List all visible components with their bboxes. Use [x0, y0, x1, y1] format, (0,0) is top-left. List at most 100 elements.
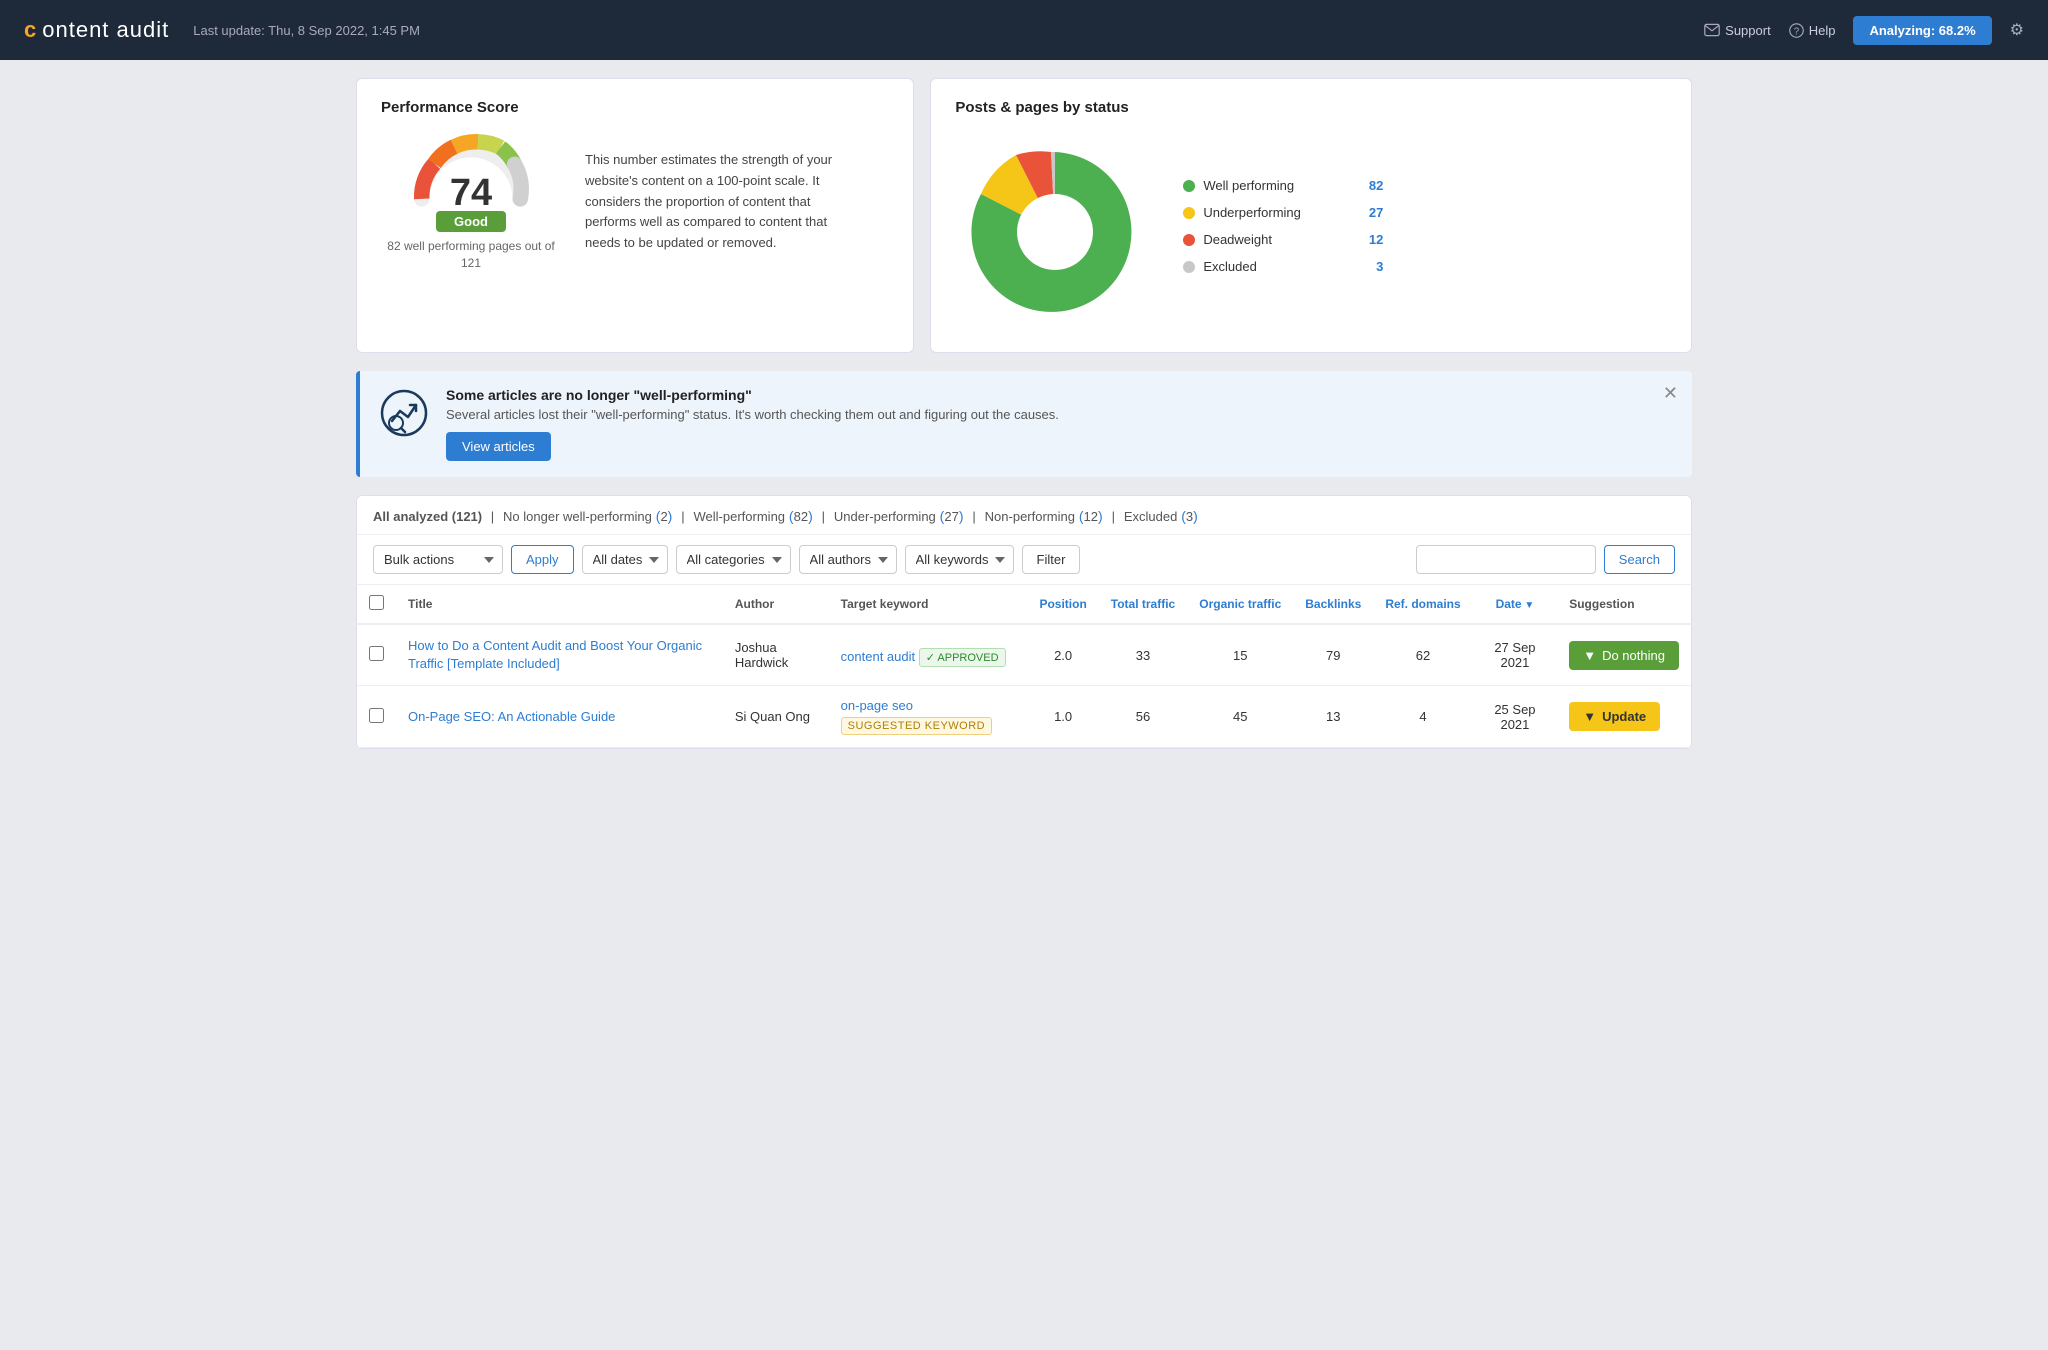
suggestion-button-2[interactable]: ▼ Update [1569, 702, 1660, 731]
logo-text: ontent audit [42, 17, 169, 43]
alert-icon [380, 389, 428, 445]
last-update: Last update: Thu, 8 Sep 2022, 1:45 PM [193, 23, 420, 38]
all-authors-select[interactable]: All authors [799, 545, 897, 574]
row-organic-traffic-2: 45 [1187, 686, 1293, 748]
gear-icon[interactable]: ⚙ [2010, 20, 2024, 40]
tab-non-performing[interactable]: Non-performing (12) [985, 508, 1107, 524]
view-articles-button[interactable]: View articles [446, 432, 551, 461]
col-date[interactable]: Date [1473, 585, 1558, 624]
legend-item-excl[interactable]: Excluded 3 [1183, 259, 1383, 274]
alert-title: Some articles are no longer "well-perfor… [446, 387, 1059, 403]
search-button[interactable]: Search [1604, 545, 1675, 574]
row-suggestion-2: ▼ Update [1557, 686, 1691, 748]
header-right: Support ? Help Analyzing: 68.2% ⚙ [1704, 16, 2024, 45]
all-dates-select[interactable]: All dates [582, 545, 668, 574]
col-author: Author [723, 585, 829, 624]
tab-excluded[interactable]: Excluded (3) [1124, 508, 1198, 524]
row-checkbox-1[interactable] [369, 646, 384, 661]
svg-text:?: ? [1793, 26, 1799, 37]
chart-legend: Well performing 82 Underperforming 27 De… [1183, 178, 1383, 286]
row-author-2: Si Quan Ong [723, 686, 829, 748]
col-organic-traffic[interactable]: Organic traffic [1187, 585, 1293, 624]
search-input[interactable] [1416, 545, 1596, 574]
row-date-1: 27 Sep 2021 [1473, 624, 1558, 686]
legend-dot-well [1183, 180, 1195, 192]
table-row: On-Page SEO: An Actionable Guide Si Quan… [357, 686, 1691, 748]
table-section: All analyzed (121) | No longer well-perf… [356, 495, 1692, 749]
help-icon: ? [1789, 23, 1804, 38]
col-backlinks[interactable]: Backlinks [1293, 585, 1373, 624]
row-title-2: On-Page SEO: An Actionable Guide [396, 686, 723, 748]
row-keyword-1: content audit APPROVED [829, 624, 1028, 686]
alert-banner: Some articles are no longer "well-perfor… [356, 371, 1692, 477]
col-title: Title [396, 585, 723, 624]
tab-well-performing[interactable]: Well-performing (82) [694, 508, 817, 524]
help-link[interactable]: ? Help [1789, 23, 1836, 38]
support-link[interactable]: Support [1704, 23, 1771, 38]
status-content: Well performing 82 Underperforming 27 De… [955, 132, 1667, 332]
legend-count-excl: 3 [1376, 259, 1383, 274]
tabs-row: All analyzed (121) | No longer well-perf… [357, 496, 1691, 535]
legend-count-dead: 12 [1369, 232, 1383, 247]
row-keyword-2: on-page seo SUGGESTED KEYWORD [829, 686, 1028, 748]
filter-button[interactable]: Filter [1022, 545, 1081, 574]
suggestion-button-1[interactable]: ▼ Do nothing [1569, 641, 1679, 670]
alert-body: Some articles are no longer "well-perfor… [446, 387, 1059, 461]
article-link-1[interactable]: How to Do a Content Audit and Boost Your… [408, 637, 711, 673]
gauge-sub: 82 well performing pages out of 121 [381, 238, 561, 272]
col-ref-domains[interactable]: Ref. domains [1373, 585, 1472, 624]
col-position[interactable]: Position [1027, 585, 1098, 624]
legend-count-under: 27 [1369, 205, 1383, 220]
bulk-actions-select[interactable]: Bulk actions [373, 545, 503, 574]
trending-up-icon [380, 389, 428, 437]
all-keywords-select[interactable]: All keywords [905, 545, 1014, 574]
row-date-2: 25 Sep 2021 [1473, 686, 1558, 748]
app-header: c ontent audit Last update: Thu, 8 Sep 2… [0, 0, 2048, 60]
col-suggestion: Suggestion [1557, 585, 1691, 624]
apply-button[interactable]: Apply [511, 545, 574, 574]
tab-no-longer[interactable]: No longer well-performing (2) [503, 508, 676, 524]
status-card-title: Posts & pages by status [955, 99, 1667, 116]
keyword-link-1[interactable]: content audit [841, 649, 915, 664]
select-all-checkbox[interactable] [369, 595, 384, 610]
row-total-traffic-1: 33 [1099, 624, 1187, 686]
col-total-traffic[interactable]: Total traffic [1099, 585, 1187, 624]
perf-card-title: Performance Score [381, 99, 889, 116]
row-ref-domains-1: 62 [1373, 624, 1472, 686]
legend-item-well[interactable]: Well performing 82 [1183, 178, 1383, 193]
table-body: How to Do a Content Audit and Boost Your… [357, 624, 1691, 748]
posts-by-status-card: Posts & pages by status [930, 78, 1692, 353]
article-link-2[interactable]: On-Page SEO: An Actionable Guide [408, 708, 711, 726]
articles-table: Title Author Target keyword Position Tot… [357, 585, 1691, 748]
legend-dot-dead [1183, 234, 1195, 246]
filter-bar: Bulk actions Apply All dates All categor… [357, 535, 1691, 585]
gauge-score: 74 [450, 172, 492, 215]
legend-dot-excl [1183, 261, 1195, 273]
row-backlinks-2: 13 [1293, 686, 1373, 748]
performance-score-card: Performance Score [356, 78, 914, 353]
close-icon[interactable]: ✕ [1663, 383, 1678, 404]
table-header: Title Author Target keyword Position Tot… [357, 585, 1691, 624]
row-checkbox-2[interactable] [369, 708, 384, 723]
pie-chart [955, 132, 1155, 332]
row-total-traffic-2: 56 [1099, 686, 1187, 748]
tab-under-performing[interactable]: Under-performing (27) [834, 508, 967, 524]
row-organic-traffic-1: 15 [1187, 624, 1293, 686]
perf-content: 74 Good 82 well performing pages out of … [381, 132, 889, 272]
row-author-1: Joshua Hardwick [723, 624, 829, 686]
row-position-1: 2.0 [1027, 624, 1098, 686]
gauge-wrap: 74 Good 82 well performing pages out of … [381, 132, 561, 272]
legend-item-under[interactable]: Underperforming 27 [1183, 205, 1383, 220]
keyword-badge-1: APPROVED [919, 648, 1006, 667]
keyword-link-2[interactable]: on-page seo [841, 698, 913, 713]
logo: c ontent audit Last update: Thu, 8 Sep 2… [24, 17, 420, 43]
chevron-down-icon: ▼ [1583, 709, 1596, 724]
legend-count-well: 82 [1369, 178, 1383, 193]
chevron-down-icon: ▼ [1583, 648, 1596, 663]
row-position-2: 1.0 [1027, 686, 1098, 748]
tab-all-analyzed[interactable]: All analyzed (121) [373, 509, 486, 524]
row-suggestion-1: ▼ Do nothing [1557, 624, 1691, 686]
analyzing-button[interactable]: Analyzing: 68.2% [1853, 16, 1991, 45]
legend-item-dead[interactable]: Deadweight 12 [1183, 232, 1383, 247]
all-categories-select[interactable]: All categories [676, 545, 791, 574]
